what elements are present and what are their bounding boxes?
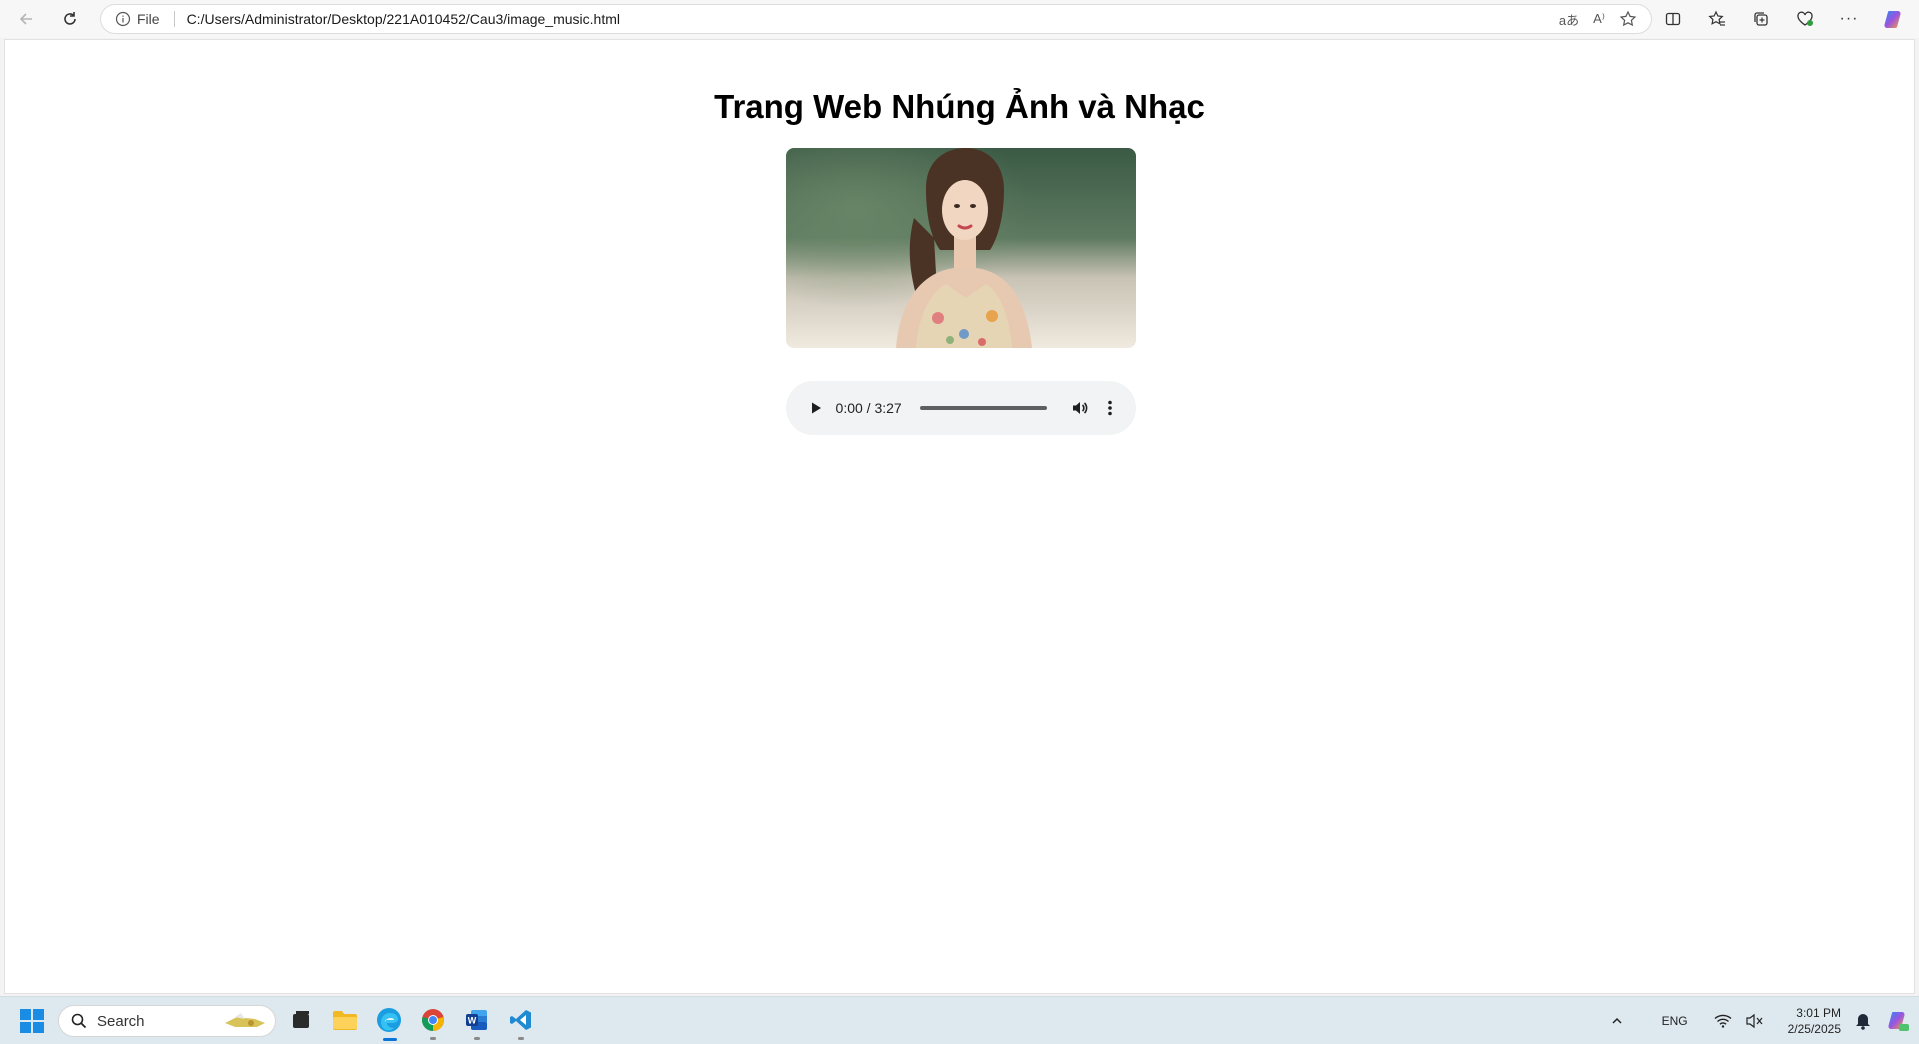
nav-controls	[8, 1, 88, 37]
more-options-button[interactable]: ···	[1831, 1, 1867, 37]
address-url[interactable]: C:/Users/Administrator/Desktop/221A01045…	[187, 11, 620, 27]
edge-browser-icon	[377, 1008, 401, 1032]
search-placeholder: Search	[97, 1012, 145, 1030]
chrome-icon	[422, 1009, 444, 1031]
browser-essentials-button[interactable]	[1787, 1, 1823, 37]
more-vertical-icon	[1108, 400, 1112, 416]
browser-actions: ···	[1655, 1, 1911, 37]
search-highlight-icon	[225, 1013, 265, 1027]
taskbar-word[interactable]: W	[460, 1003, 494, 1040]
wifi-icon[interactable]	[1714, 1014, 1732, 1028]
address-prefix: File	[137, 11, 160, 27]
back-button[interactable]	[8, 1, 44, 37]
page-title: Trang Web Nhúng Ảnh và Nhạc	[714, 88, 1205, 125]
system-tray: ENG 3:01 PM 2/25/2025	[1610, 997, 1909, 1044]
copilot-button[interactable]	[1875, 1, 1911, 37]
play-icon	[811, 402, 821, 414]
audio-progress-slider[interactable]	[919, 406, 1047, 410]
taskbar-file-explorer[interactable]	[328, 1003, 362, 1037]
audio-more-options-button[interactable]	[1102, 397, 1118, 419]
play-button[interactable]	[806, 398, 826, 418]
svg-text:W: W	[468, 1016, 477, 1026]
taskbar-edge[interactable]	[372, 1003, 406, 1041]
volume-button[interactable]	[1069, 397, 1091, 419]
back-arrow-icon	[19, 13, 32, 25]
split-screen-icon	[1665, 12, 1681, 26]
favorites-icon	[1708, 10, 1725, 26]
search-icon	[71, 1013, 87, 1029]
portrait-photo	[786, 148, 1136, 348]
audio-time: 0:00 / 3:27	[835, 400, 902, 416]
taskbar-task-view[interactable]	[284, 1003, 318, 1037]
taskbar-apps: W	[284, 1003, 538, 1041]
language-indicator[interactable]: ENG	[1662, 1014, 1688, 1028]
browser-toolbar: File C:/Users/Administrator/Desktop/221A…	[0, 0, 1919, 38]
translate-icon[interactable]: aあ	[1559, 10, 1579, 29]
collections-icon	[1754, 12, 1768, 26]
windows-taskbar: Search W ENG 3:01 PM 2/25/2025	[0, 996, 1919, 1044]
taskbar-chrome[interactable]	[416, 1003, 450, 1040]
favorite-star-icon[interactable]	[1619, 10, 1637, 28]
read-aloud-icon[interactable]: A⁾	[1593, 11, 1605, 27]
chevron-up-icon[interactable]	[1610, 1014, 1624, 1028]
volume-muted-icon[interactable]	[1746, 1013, 1764, 1029]
embedded-image	[786, 148, 1136, 348]
refresh-button[interactable]	[52, 1, 88, 37]
taskbar-clock[interactable]: 3:01 PM 2/25/2025	[1788, 1005, 1841, 1037]
address-bar[interactable]: File C:/Users/Administrator/Desktop/221A…	[100, 4, 1652, 34]
favorites-button[interactable]	[1699, 1, 1735, 37]
vscode-icon	[510, 1010, 531, 1030]
copilot-taskbar-icon[interactable]	[1885, 1009, 1909, 1033]
audio-player[interactable]: 0:00 / 3:27	[786, 381, 1136, 435]
volume-icon	[1072, 402, 1087, 414]
clock-time: 3:01 PM	[1796, 1006, 1841, 1020]
heart-pulse-icon	[1797, 11, 1813, 26]
ellipsis-icon: ···	[1839, 10, 1859, 27]
taskbar-vscode[interactable]	[504, 1003, 538, 1040]
task-view-icon	[293, 1011, 309, 1028]
address-actions: aあ A⁾	[1559, 5, 1637, 33]
notification-bell-icon[interactable]	[1855, 1012, 1871, 1030]
info-icon	[115, 11, 131, 27]
split-screen-button[interactable]	[1655, 1, 1691, 37]
taskbar-search[interactable]: Search	[58, 1005, 276, 1037]
clock-date: 2/25/2025	[1787, 1022, 1841, 1036]
site-info[interactable]: File	[115, 11, 160, 27]
folder-icon	[333, 1011, 357, 1030]
address-separator	[173, 11, 175, 27]
refresh-icon	[64, 12, 76, 25]
word-icon: W	[466, 1010, 487, 1030]
copilot-icon	[1884, 11, 1901, 28]
page-viewport: Trang Web Nhúng Ảnh và Nhạc 0:00 / 3:27	[4, 39, 1915, 994]
collections-button[interactable]	[1743, 1, 1779, 37]
windows-start-icon[interactable]	[20, 1009, 44, 1033]
